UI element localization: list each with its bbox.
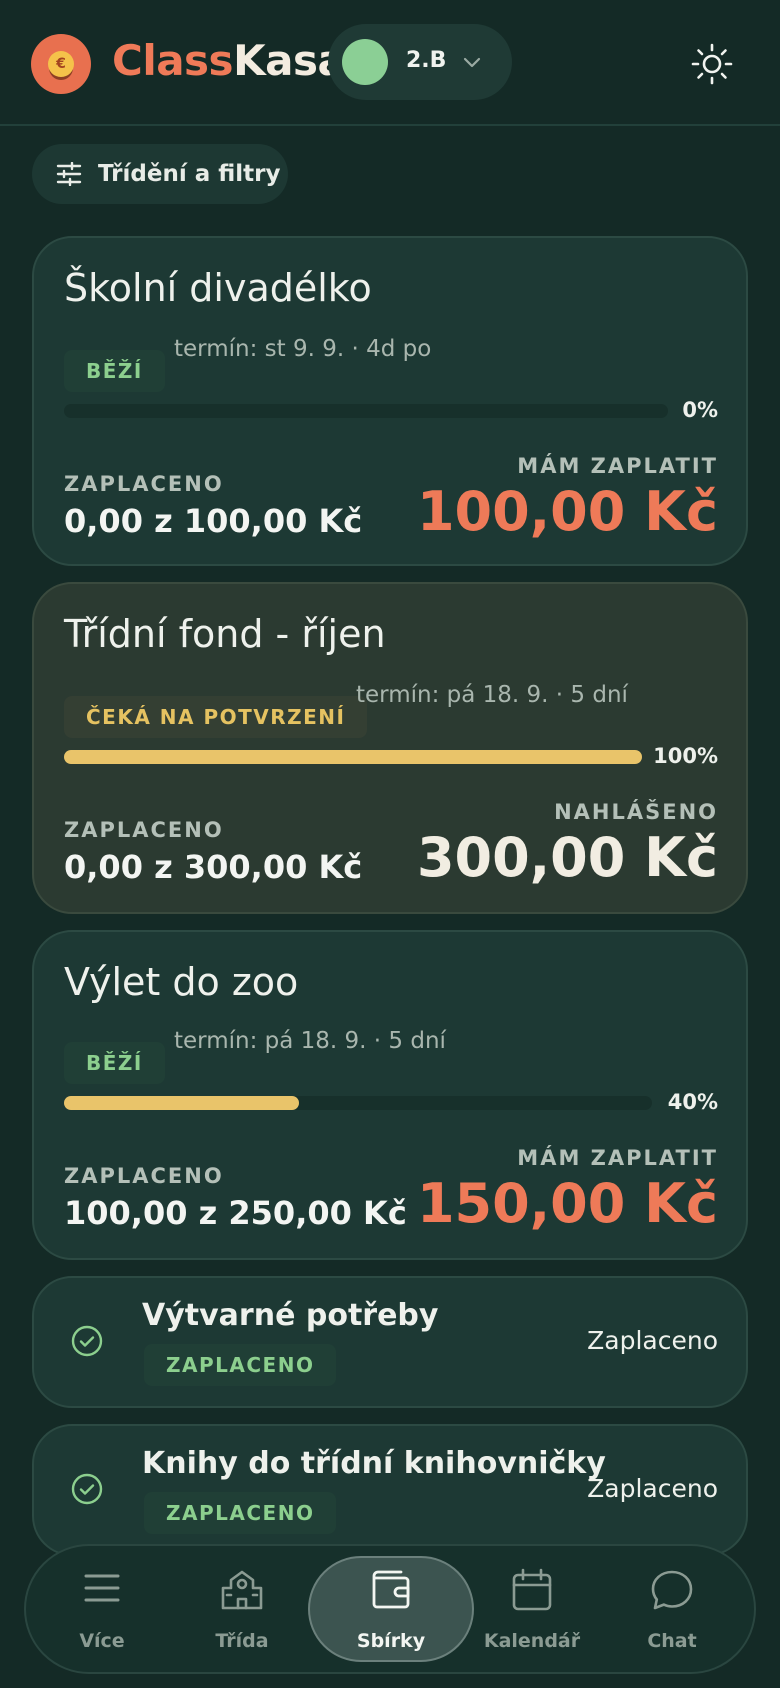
calendar-icon	[512, 1568, 552, 1611]
sliders-icon	[56, 162, 82, 186]
deadline-text: termín: pá 18. 9. · 5 dní	[174, 1028, 446, 1054]
paid-status-text: Zaplaceno	[587, 1326, 718, 1355]
chat-icon	[651, 1570, 693, 1610]
paid-collection-card[interactable]: Výtvarné potřeby ZAPLACENO Zaplaceno	[32, 1276, 748, 1408]
paid-amount: 0,00 z 300,00 Kč	[64, 848, 363, 886]
deadline-text: termín: pá 18. 9. · 5 dní	[356, 682, 628, 708]
collection-card[interactable]: Třídní fond - říjen ČEKÁ NA POTVRZENÍ te…	[32, 582, 748, 914]
nav-label: Více	[79, 1630, 125, 1652]
nav-label: Třída	[215, 1630, 269, 1652]
paid-label: ZAPLACENO	[64, 1164, 224, 1188]
theme-toggle-sun-icon[interactable]	[690, 42, 734, 86]
app-logo: €	[31, 34, 91, 94]
collection-title: Výtvarné potřeby	[142, 1298, 439, 1333]
school-icon	[221, 1570, 263, 1610]
paid-collection-card[interactable]: Knihy do třídní knihovničky ZAPLACENO Za…	[32, 1424, 748, 1556]
progress-bar	[64, 1096, 652, 1110]
status-badge: ZAPLACENO	[144, 1344, 337, 1386]
progress-fill	[64, 1096, 300, 1110]
chevron-down-icon	[463, 57, 481, 68]
app-title: ClassKasa	[112, 36, 346, 85]
status-badge: BĚŽÍ	[64, 350, 165, 392]
amount-label: MÁM ZAPLATIT	[517, 454, 718, 478]
amount-reported: 300,00 Kč	[416, 826, 718, 889]
nav-item-collections[interactable]: Sbírky	[321, 1546, 461, 1672]
nav-item-class[interactable]: Třída	[172, 1546, 312, 1672]
paid-amount: 100,00 z 250,00 Kč	[64, 1194, 407, 1232]
sort-filter-label: Třídění a filtry	[98, 161, 281, 187]
sort-filter-button[interactable]: Třídění a filtry	[32, 144, 288, 204]
progress-bar	[64, 404, 668, 418]
nav-label: Sbírky	[356, 1630, 426, 1652]
collection-title: Knihy do třídní knihovničky	[142, 1446, 606, 1481]
progress-bar	[64, 750, 642, 764]
amount-due: 100,00 Kč	[416, 480, 718, 543]
class-name: 2.B	[406, 48, 447, 73]
amount-label: NAHLÁŠENO	[554, 800, 718, 824]
collection-card[interactable]: Školní divadélko BĚŽÍ termín: st 9. 9. ·…	[32, 236, 748, 566]
check-circle-icon	[71, 1325, 103, 1357]
status-badge: ZAPLACENO	[144, 1492, 337, 1534]
amount-label: MÁM ZAPLATIT	[517, 1146, 718, 1170]
paid-status-text: Zaplaceno	[587, 1474, 718, 1503]
app-header: € ClassKasa 2.B	[0, 0, 780, 126]
nav-item-chat[interactable]: Chat	[602, 1546, 742, 1672]
collection-title: Třídní fond - říjen	[64, 612, 386, 656]
paid-amount: 0,00 z 100,00 Kč	[64, 502, 363, 540]
class-avatar	[342, 39, 388, 85]
status-badge: ČEKÁ NA POTVRZENÍ	[64, 696, 368, 738]
menu-icon	[84, 1574, 120, 1602]
nav-label: Chat	[647, 1630, 697, 1652]
progress-fill	[64, 750, 642, 764]
app-title-part1: Class	[112, 36, 234, 85]
nav-item-more[interactable]: Více	[32, 1546, 172, 1672]
progress-percent: 0%	[682, 398, 718, 422]
wallet-icon	[372, 1570, 410, 1609]
bottom-navigation: Více Třída Sbírky Kalendář Chat	[24, 1544, 756, 1674]
collection-title: Výlet do zoo	[64, 960, 299, 1004]
nav-item-calendar[interactable]: Kalendář	[462, 1546, 602, 1672]
status-badge: BĚŽÍ	[64, 1042, 165, 1084]
coin-icon: €	[48, 51, 74, 77]
collection-title: Školní divadélko	[64, 266, 372, 310]
amount-due: 150,00 Kč	[416, 1172, 718, 1235]
nav-label: Kalendář	[483, 1630, 581, 1652]
check-circle-icon	[71, 1473, 103, 1505]
class-selector[interactable]: 2.B	[328, 24, 512, 100]
progress-percent: 40%	[667, 1090, 718, 1114]
progress-percent: 100%	[653, 744, 718, 768]
paid-label: ZAPLACENO	[64, 472, 224, 496]
collection-card[interactable]: Výlet do zoo BĚŽÍ termín: pá 18. 9. · 5 …	[32, 930, 748, 1260]
paid-label: ZAPLACENO	[64, 818, 224, 842]
deadline-text: termín: st 9. 9. · 4d po	[174, 336, 432, 362]
